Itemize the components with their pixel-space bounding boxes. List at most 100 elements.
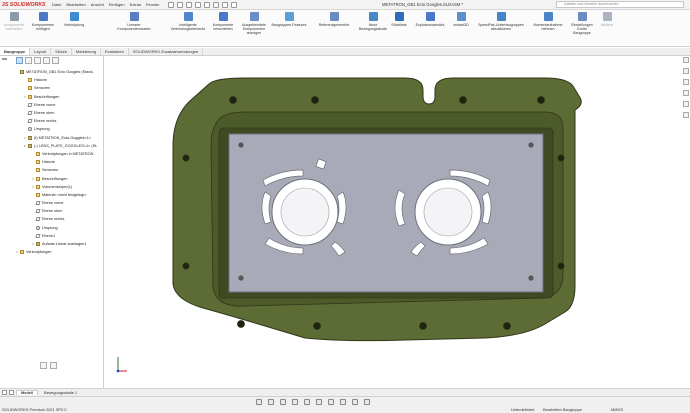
feature-tree-tab-icon[interactable] bbox=[16, 57, 23, 64]
new-icon[interactable] bbox=[167, 1, 174, 8]
ribbon-button-1[interactable]: Komponenten einfügen bbox=[28, 12, 58, 31]
tree-node[interactable]: Ursprung bbox=[0, 125, 104, 133]
appearances-icon[interactable] bbox=[683, 101, 689, 107]
view-settings-icon[interactable] bbox=[340, 399, 346, 405]
tree-node[interactable]: Ebene oben bbox=[0, 109, 104, 117]
ribbon-button-8[interactable]: Referenzgeometrie bbox=[312, 12, 356, 27]
tab-zusatzanwendungen[interactable]: SOLIDWORKS Zusatzanwendungen bbox=[129, 48, 204, 55]
ribbon-button-0[interactable]: Komponente bearbeiten bbox=[0, 12, 28, 31]
tree-node[interactable]: Historie bbox=[0, 76, 104, 84]
tree-node[interactable]: Sensoren bbox=[0, 84, 104, 92]
tree-node[interactable]: Ebene1 bbox=[0, 232, 104, 240]
hide-show-icon[interactable] bbox=[304, 399, 310, 405]
custom-properties-icon[interactable] bbox=[683, 112, 689, 118]
ribbon-button-label: Instant3D bbox=[453, 23, 469, 27]
undo-icon[interactable] bbox=[203, 1, 210, 8]
property-manager-tab-icon[interactable] bbox=[25, 57, 32, 64]
design-library-icon[interactable] bbox=[683, 68, 689, 74]
ribbon-button-16[interactable]: Weitere bbox=[596, 12, 618, 27]
tab-scroll-right-icon[interactable] bbox=[9, 390, 14, 395]
plane-icon bbox=[27, 119, 33, 124]
tab-bewegungsstudie[interactable]: Bewegungsstudie 1 bbox=[40, 391, 81, 395]
menu-datei[interactable]: Datei bbox=[52, 2, 61, 7]
tab-scroll-left-icon[interactable] bbox=[2, 390, 7, 395]
save-icon[interactable] bbox=[185, 1, 192, 8]
ribbon-button-4[interactable]: Intelligente Verbindungselemente bbox=[164, 12, 212, 31]
scene-icon[interactable] bbox=[328, 399, 334, 405]
graphics-area[interactable] bbox=[105, 56, 682, 387]
rebuild-icon[interactable] bbox=[221, 1, 228, 8]
view-orientation-icon[interactable] bbox=[256, 399, 262, 405]
tree-node[interactable]: v (-) LENS_PLATE_GOGGLES<1> (St- bbox=[0, 142, 104, 150]
ribbon-button-5[interactable]: Komponente verschieben bbox=[206, 12, 240, 31]
menu-einfuegen[interactable]: Einfügen bbox=[109, 2, 125, 7]
units-selector[interactable]: MMGS bbox=[611, 407, 623, 412]
resources-icon[interactable] bbox=[683, 57, 689, 63]
tree-node[interactable]: > (f) METATRON_Ecto-Goggles<1> bbox=[0, 134, 104, 142]
tree-node[interactable]: Ebene oben bbox=[0, 207, 104, 215]
monitor-icon[interactable] bbox=[352, 399, 358, 405]
options-icon[interactable] bbox=[230, 1, 237, 8]
ribbon-button-label: Linearer Komponentenmuster bbox=[117, 23, 151, 32]
select-icon[interactable] bbox=[212, 1, 219, 8]
ribbon-button-2[interactable]: Verknüpfung bbox=[58, 12, 90, 27]
view-icon[interactable] bbox=[364, 399, 370, 405]
tab-markierung[interactable]: Markierung bbox=[72, 48, 101, 55]
search-input[interactable]: Dateien und Modelle durchsuchen bbox=[556, 1, 684, 8]
filter-icon[interactable] bbox=[2, 58, 7, 63]
ribbon-button-label: Baugruppen-Features bbox=[271, 23, 307, 27]
tree-node[interactable]: > Verknüpfungen bbox=[0, 248, 104, 256]
folder-icon bbox=[28, 94, 32, 99]
dimxpert-tab-icon[interactable] bbox=[43, 57, 50, 64]
tree-node[interactable]: > Beschriftungen bbox=[0, 93, 104, 101]
menu-extras[interactable]: Extras bbox=[130, 2, 141, 7]
ribbon-button-14[interactable]: Momentaufnahme nehmen bbox=[530, 12, 566, 31]
print-icon[interactable] bbox=[194, 1, 201, 8]
menu-fenster[interactable]: Fenster bbox=[146, 2, 160, 7]
tree-node[interactable]: METATRON_GB1 Ecto Googles (Stand- bbox=[0, 68, 104, 76]
tree-node[interactable]: > Beschriftungen bbox=[0, 174, 104, 182]
tree-node[interactable]: Historie bbox=[0, 158, 104, 166]
menu-bearbeiten[interactable]: Bearbeiten bbox=[66, 2, 85, 7]
tree-node[interactable]: > Volumenkörper(1) bbox=[0, 183, 104, 191]
ribbon-button-3[interactable]: Linearer Komponentenmuster bbox=[106, 12, 162, 31]
section-view-icon[interactable] bbox=[280, 399, 286, 405]
appearance-icon[interactable] bbox=[316, 399, 322, 405]
tab-evaluieren[interactable]: Evaluieren bbox=[101, 48, 129, 55]
expand-icon[interactable] bbox=[50, 362, 57, 369]
ribbon-button-9[interactable]: Neue Bewegungsstudie bbox=[356, 12, 390, 31]
tree-node[interactable]: Material <nicht festgelegt> bbox=[0, 191, 104, 199]
tab-modell[interactable]: Modell bbox=[16, 390, 39, 395]
tree-node[interactable]: > Aufsatz-Linear austragen1 bbox=[0, 240, 104, 248]
tree-node[interactable]: Sensoren bbox=[0, 166, 104, 174]
tree-node[interactable]: Verknüpfungen in METATRON bbox=[0, 150, 104, 158]
tab-skizze[interactable]: Skizze bbox=[51, 48, 72, 55]
ribbon-button-label: Explosionsansicht bbox=[415, 23, 445, 27]
zoom-fit-icon[interactable] bbox=[268, 399, 274, 405]
file-explorer-icon[interactable] bbox=[683, 79, 689, 85]
tab-baugruppe[interactable]: Baugruppe bbox=[0, 48, 31, 55]
tree-node[interactable]: Ebene rechts bbox=[0, 215, 104, 223]
ribbon-button-11[interactable]: Explosionsansicht bbox=[412, 12, 448, 27]
ribbon-button-7[interactable]: Baugruppen-Features bbox=[266, 12, 312, 27]
appearance-tab-icon[interactable] bbox=[52, 57, 59, 64]
ribbon-button-12[interactable]: Instant3D bbox=[448, 12, 474, 27]
tree-node[interactable]: Ursprung bbox=[0, 224, 104, 232]
tree-node[interactable]: Ebene rechts bbox=[0, 117, 104, 125]
open-icon[interactable] bbox=[176, 1, 183, 8]
frame-hole bbox=[182, 262, 190, 270]
tree-node[interactable]: Ebene vorne bbox=[0, 101, 104, 109]
ribbon-button-15[interactable]: Einstellungen Große Baugruppe bbox=[566, 12, 598, 36]
tree-node-label: Beschriftungen bbox=[34, 94, 60, 99]
rollback-icon[interactable] bbox=[40, 362, 47, 369]
view-palette-icon[interactable] bbox=[683, 90, 689, 96]
tab-layout[interactable]: Layout bbox=[30, 48, 52, 55]
ribbon-button-label: Stückliste bbox=[391, 23, 407, 27]
tree-node-label: Beschriftungen bbox=[42, 176, 68, 181]
menu-ansicht[interactable]: Ansicht bbox=[91, 2, 104, 7]
ribbon-button-10[interactable]: Stückliste bbox=[386, 12, 412, 27]
ribbon-button-13[interactable]: SpeedPak-Unterbaugruppen aktualisieren bbox=[472, 12, 530, 31]
display-style-icon[interactable] bbox=[292, 399, 298, 405]
configuration-tab-icon[interactable] bbox=[34, 57, 41, 64]
tree-node[interactable]: Ebene vorne bbox=[0, 199, 104, 207]
